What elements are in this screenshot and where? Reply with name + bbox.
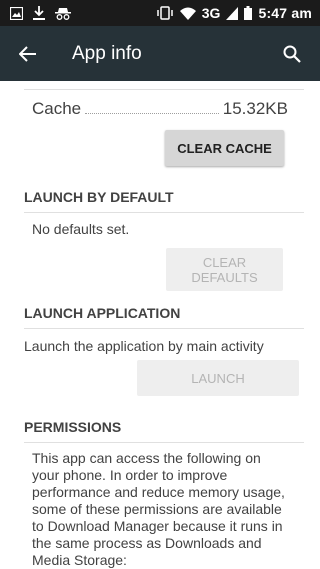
launch-button[interactable]: LAUNCH — [137, 360, 299, 396]
vibrate-icon — [156, 6, 174, 20]
permissions-description: This app can access the following on you… — [32, 450, 285, 568]
cache-value: 15.32KB — [222, 99, 288, 118]
battery-icon — [244, 6, 253, 20]
dotted-leader — [85, 113, 219, 114]
clear-defaults-button[interactable]: CLEAR DEFAULTS — [166, 248, 283, 291]
clear-cache-button[interactable]: CLEAR CACHE — [165, 130, 284, 166]
app-info-content[interactable]: Cache 15.32KB CLEAR CACHE LAUNCH BY DEFA… — [0, 81, 320, 569]
no-defaults-text: No defaults set. — [32, 221, 130, 237]
network-type-label: 3G — [201, 5, 221, 21]
clock: 5:47 am — [258, 5, 312, 21]
status-bar-left — [0, 6, 71, 20]
download-icon — [33, 6, 45, 20]
page-title: App info — [72, 42, 142, 64]
arrow-back-icon — [19, 45, 37, 62]
launch-application-text: Launch the application by main activity — [24, 338, 264, 354]
back-button[interactable] — [0, 26, 56, 81]
launch-application-header: LAUNCH APPLICATION — [24, 305, 304, 329]
cache-row: Cache 15.32KB — [32, 97, 288, 119]
image-icon — [10, 6, 23, 20]
signal-icon — [226, 6, 239, 20]
clear-defaults-label-line1: CLEAR — [202, 254, 247, 270]
wifi-icon — [179, 7, 196, 20]
app-bar: App info — [0, 26, 320, 81]
launch-by-default-header: LAUNCH BY DEFAULT — [24, 189, 304, 213]
status-bar-right: 3G 5:47 am — [156, 5, 320, 21]
divider — [24, 89, 304, 90]
clear-defaults-label-line2: DEFAULTS — [191, 269, 258, 285]
permissions-header: PERMISSIONS — [24, 419, 304, 443]
incognito-icon — [55, 7, 71, 20]
search-icon — [283, 45, 301, 63]
search-button[interactable] — [264, 26, 320, 81]
cache-label: Cache — [32, 99, 82, 118]
status-bar: 3G 5:47 am — [0, 0, 320, 26]
